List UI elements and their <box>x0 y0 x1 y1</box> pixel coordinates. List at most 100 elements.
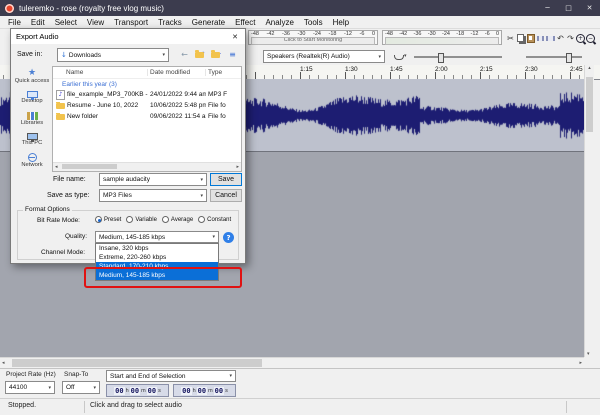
timeline-label: 2:00 <box>435 66 448 73</box>
project-rate-select[interactable]: 44100 ▾ <box>5 381 55 394</box>
file-row[interactable]: ♪ file_example_MP3_700KB - Copy 24/01/20… <box>53 89 241 100</box>
file-group-header[interactable]: Earlier this year (3) <box>53 79 241 89</box>
menu-item[interactable]: Help <box>328 18 354 27</box>
radio-constant[interactable]: Constant <box>198 216 231 223</box>
snap-to-select[interactable]: Off ▾ <box>62 381 100 394</box>
save-in-select[interactable]: ↓ Downloads ▾ <box>57 48 169 62</box>
recording-meter[interactable]: -48 -42 -36 -30 -24 -18 -12 -6 0 Click to Start … <box>248 30 378 45</box>
vertical-scroll-thumb[interactable] <box>586 77 593 132</box>
recording-volume-slider[interactable] <box>414 53 502 63</box>
downloads-icon: ↓ <box>61 51 67 59</box>
menu-item[interactable]: Analyze <box>260 18 298 27</box>
column-date-modified[interactable]: Date modified <box>148 69 206 76</box>
selection-toolbar: Project Rate (Hz) Snap-To 44100 ▾ Off ▾ St… <box>0 368 600 399</box>
quality-option[interactable]: Medium, 145-185 kbps <box>96 271 218 280</box>
place-network[interactable]: Network <box>14 150 50 171</box>
quality-option[interactable]: Standard, 170-210 kbps <box>96 262 218 271</box>
dialog-close-icon[interactable]: ✕ <box>225 29 245 44</box>
folder-icon <box>56 113 65 120</box>
minimize-button[interactable]: ─ <box>537 0 558 16</box>
chevron-down-icon: ▾ <box>48 384 51 391</box>
radio-average[interactable]: Average <box>161 216 193 223</box>
column-type[interactable]: Type <box>206 69 241 76</box>
scroll-left-icon: ◂ <box>55 164 58 170</box>
menu-item[interactable]: Transport <box>109 18 153 27</box>
undo-icon[interactable]: ↶ <box>556 31 565 45</box>
export-audio-dialog: Export Audio ✕ Save in: ↓ Downloads ▾ ← … <box>10 28 246 288</box>
place-desktop[interactable]: Desktop <box>14 87 50 108</box>
up-one-level-button[interactable]: ↑ <box>193 48 208 61</box>
menu-item[interactable]: Tracks <box>153 18 187 27</box>
trim-audio-icon[interactable] <box>536 31 545 45</box>
place-libraries[interactable]: Libraries <box>14 108 50 129</box>
timeline-label: 1:15 <box>300 66 313 73</box>
maximize-button[interactable]: □ <box>558 0 579 16</box>
redo-icon[interactable]: ↷ <box>566 31 575 45</box>
horizontal-scrollbar[interactable]: ◂ ▸ <box>0 357 584 368</box>
status-hint: Click and drag to select audio <box>90 402 182 409</box>
channel-mode-label: Channel Mode: <box>41 249 86 256</box>
copy-icon[interactable] <box>516 31 525 45</box>
horizontal-scroll-thumb[interactable] <box>12 359 262 367</box>
menu-item[interactable]: Generate <box>187 18 230 27</box>
chevron-down-icon: ▾ <box>200 176 203 183</box>
save-as-type-select[interactable]: MP3 Files ▾ <box>99 189 207 202</box>
playback-meter[interactable]: -48 -42 -36 -30 -24 -18 -12 -6 0 <box>382 30 502 45</box>
close-button[interactable]: ✕ <box>579 0 600 16</box>
chevron-down-icon: ▾ <box>212 234 215 240</box>
quality-option[interactable]: Insane, 320 kbps <box>96 244 218 253</box>
playback-meter-bar <box>385 37 499 45</box>
dialog-title-bar: Export Audio ✕ <box>11 29 245 44</box>
quality-option[interactable]: Extreme, 220-260 kbps <box>96 253 218 262</box>
save-button[interactable]: Save <box>210 173 242 186</box>
timeline-label: 2:15 <box>480 66 493 73</box>
selection-start-field[interactable]: 00 h 00 m 00 s <box>106 384 169 397</box>
place-quick-access[interactable]: ★ Quick access <box>14 66 50 87</box>
zoom-in-icon[interactable]: + <box>576 31 585 45</box>
playback-volume-slider[interactable] <box>526 53 582 63</box>
menu-item[interactable]: View <box>82 18 109 27</box>
help-icon[interactable]: ? <box>223 232 234 243</box>
radio-variable[interactable]: Variable <box>126 216 157 223</box>
menu-item[interactable]: Edit <box>26 18 50 27</box>
chevron-down-icon: ▾ <box>200 192 203 199</box>
column-name[interactable]: Name <box>53 69 148 76</box>
desktop-icon <box>26 91 38 100</box>
status-bar: Stopped. Click and drag to select audio <box>0 398 600 415</box>
file-row[interactable]: New folder 09/06/2022 11:54 am File fo <box>53 111 241 122</box>
zoom-out-icon[interactable]: − <box>586 31 595 45</box>
view-menu-button[interactable]: ≡ <box>225 48 240 61</box>
quality-label: Quality: <box>65 233 88 240</box>
menu-item[interactable]: Select <box>50 18 82 27</box>
recording-meter-bar[interactable]: Click to Start Monitoring <box>251 37 375 45</box>
quality-select[interactable]: Medium, 145-185 kbps ▾ <box>95 231 219 243</box>
format-options-label: Format Options <box>23 206 72 213</box>
new-folder-button[interactable]: + <box>209 48 224 61</box>
file-name-label: File name: <box>53 176 86 183</box>
menu-item[interactable]: Effect <box>230 18 260 27</box>
file-row[interactable]: Resume - June 10, 2022 10/06/2022 5:48 p… <box>53 100 241 111</box>
playback-device-select[interactable]: Speakers (Realtek(R) Audio) ▾ <box>263 50 385 63</box>
silence-audio-icon[interactable] <box>546 31 555 45</box>
selection-mode-select[interactable]: Start and End of Selection ▾ <box>106 370 236 382</box>
cancel-button[interactable]: Cancel <box>210 189 242 202</box>
selection-end-field[interactable]: 00 h 00 m 00 s <box>173 384 236 397</box>
file-list-header: Name Date modified Type <box>53 67 241 79</box>
title-bar: tuleremko - rose (royalty free vlog musi… <box>0 0 600 16</box>
cut-icon[interactable]: ✂ <box>506 31 515 45</box>
file-list-scrollbar[interactable]: ◂ ▸ <box>53 162 241 171</box>
libraries-icon <box>26 111 38 120</box>
radio-preset[interactable]: Preset <box>95 216 121 223</box>
dialog-title: Export Audio <box>16 32 59 41</box>
back-button[interactable]: ← <box>177 48 192 61</box>
star-icon: ★ <box>27 68 37 78</box>
mic-chevron-icon[interactable]: ▾ <box>404 53 407 59</box>
place-this-pc[interactable]: This PC <box>14 129 50 150</box>
paste-icon[interactable] <box>526 31 535 45</box>
menu-item[interactable]: File <box>3 18 26 27</box>
vertical-scrollbar[interactable]: ▴ ▾ <box>584 65 594 357</box>
chevron-down-icon: ▾ <box>162 52 165 58</box>
menu-item[interactable]: Tools <box>299 18 328 27</box>
file-name-input[interactable]: sample audacity ▾ <box>99 173 207 186</box>
timeline-label: 1:30 <box>345 66 358 73</box>
